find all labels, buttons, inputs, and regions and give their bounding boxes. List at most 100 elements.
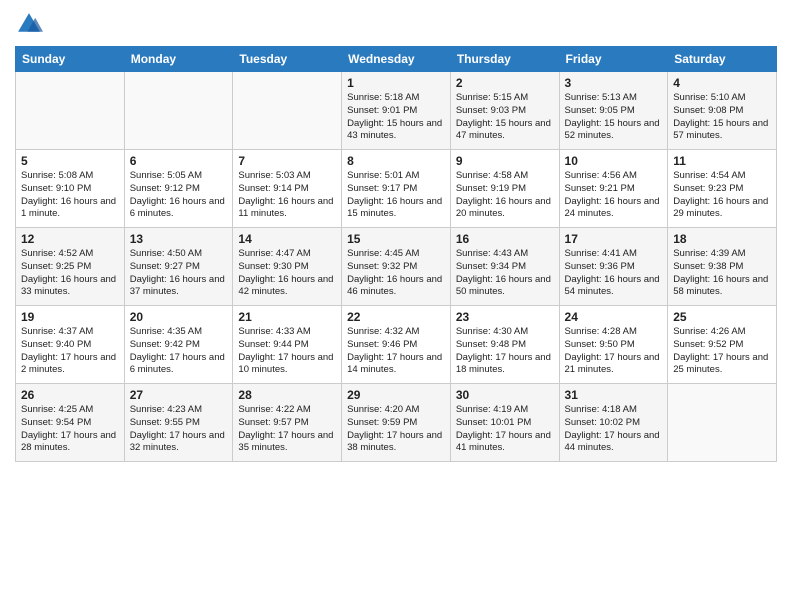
calendar-cell: 2 Sunrise: 5:15 AM Sunset: 9:03 PM Daylig…	[450, 72, 559, 150]
day-info: Sunrise: 4:25 AM Sunset: 9:54 PM Dayligh…	[21, 404, 119, 455]
day-number: 6	[130, 154, 228, 168]
calendar-cell: 25 Sunrise: 4:26 AM Sunset: 9:52 PM Dayli…	[668, 306, 777, 384]
calendar-cell: 28 Sunrise: 4:22 AM Sunset: 9:57 PM Dayli…	[233, 384, 342, 462]
calendar-cell	[668, 384, 777, 462]
day-number: 4	[673, 76, 771, 90]
day-number: 2	[456, 76, 554, 90]
calendar-week-3: 12 Sunrise: 4:52 AM Sunset: 9:25 PM Dayli…	[16, 228, 777, 306]
day-header-monday: Monday	[124, 47, 233, 72]
calendar-cell: 21 Sunrise: 4:33 AM Sunset: 9:44 PM Dayli…	[233, 306, 342, 384]
day-number: 29	[347, 388, 445, 402]
calendar-cell	[16, 72, 125, 150]
calendar-cell: 30 Sunrise: 4:19 AM Sunset: 10:01 PM Dayl…	[450, 384, 559, 462]
calendar-page: SundayMondayTuesdayWednesdayThursdayFrid…	[0, 0, 792, 612]
day-info: Sunrise: 4:20 AM Sunset: 9:59 PM Dayligh…	[347, 404, 445, 455]
calendar-cell: 13 Sunrise: 4:50 AM Sunset: 9:27 PM Dayli…	[124, 228, 233, 306]
day-info: Sunrise: 5:05 AM Sunset: 9:12 PM Dayligh…	[130, 170, 228, 221]
day-number: 7	[238, 154, 336, 168]
day-number: 16	[456, 232, 554, 246]
day-number: 12	[21, 232, 119, 246]
logo	[15, 10, 47, 38]
day-header-sunday: Sunday	[16, 47, 125, 72]
day-number: 13	[130, 232, 228, 246]
day-number: 27	[130, 388, 228, 402]
day-number: 10	[565, 154, 663, 168]
calendar-cell: 3 Sunrise: 5:13 AM Sunset: 9:05 PM Daylig…	[559, 72, 668, 150]
calendar-week-1: 1 Sunrise: 5:18 AM Sunset: 9:01 PM Daylig…	[16, 72, 777, 150]
day-info: Sunrise: 4:32 AM Sunset: 9:46 PM Dayligh…	[347, 326, 445, 377]
day-info: Sunrise: 5:10 AM Sunset: 9:08 PM Dayligh…	[673, 92, 771, 143]
calendar-cell: 27Sunrise: 4:23 AM Sunset: 9:55 PM Dayli…	[124, 384, 233, 462]
calendar-cell: 18Sunrise: 4:39 AM Sunset: 9:38 PM Dayli…	[668, 228, 777, 306]
calendar-cell: 5 Sunrise: 5:08 AM Sunset: 9:10 PM Daylig…	[16, 150, 125, 228]
day-info: Sunrise: 4:43 AM Sunset: 9:34 PM Dayligh…	[456, 248, 554, 299]
calendar-cell: 29 Sunrise: 4:20 AM Sunset: 9:59 PM Dayli…	[342, 384, 451, 462]
day-info: Sunrise: 5:01 AM Sunset: 9:17 PM Dayligh…	[347, 170, 445, 221]
calendar-cell	[124, 72, 233, 150]
day-info: Sunrise: 4:30 AM Sunset: 9:48 PM Dayligh…	[456, 326, 554, 377]
day-info: Sunrise: 5:08 AM Sunset: 9:10 PM Dayligh…	[21, 170, 119, 221]
day-header-tuesday: Tuesday	[233, 47, 342, 72]
day-number: 11	[673, 154, 771, 168]
calendar-cell: 10 Sunrise: 4:56 AM Sunset: 9:21 PM Dayli…	[559, 150, 668, 228]
calendar-cell: 4 Sunrise: 5:10 AM Sunset: 9:08 PM Daylig…	[668, 72, 777, 150]
calendar-header-row: SundayMondayTuesdayWednesdayThursdayFrid…	[16, 47, 777, 72]
day-header-thursday: Thursday	[450, 47, 559, 72]
calendar-cell: 9Sunrise: 4:58 AM Sunset: 9:19 PM Daylig…	[450, 150, 559, 228]
day-number: 25	[673, 310, 771, 324]
calendar-cell: 20 Sunrise: 4:35 AM Sunset: 9:42 PM Dayli…	[124, 306, 233, 384]
day-info: Sunrise: 4:33 AM Sunset: 9:44 PM Dayligh…	[238, 326, 336, 377]
calendar-cell: 11 Sunrise: 4:54 AM Sunset: 9:23 PM Dayli…	[668, 150, 777, 228]
day-number: 28	[238, 388, 336, 402]
day-number: 19	[21, 310, 119, 324]
calendar-week-4: 19Sunrise: 4:37 AM Sunset: 9:40 PM Dayli…	[16, 306, 777, 384]
day-info: Sunrise: 5:03 AM Sunset: 9:14 PM Dayligh…	[238, 170, 336, 221]
day-info: Sunrise: 4:45 AM Sunset: 9:32 PM Dayligh…	[347, 248, 445, 299]
day-number: 1	[347, 76, 445, 90]
day-info: Sunrise: 4:35 AM Sunset: 9:42 PM Dayligh…	[130, 326, 228, 377]
day-number: 3	[565, 76, 663, 90]
day-info: Sunrise: 5:15 AM Sunset: 9:03 PM Dayligh…	[456, 92, 554, 143]
day-info: Sunrise: 4:47 AM Sunset: 9:30 PM Dayligh…	[238, 248, 336, 299]
day-info: Sunrise: 4:52 AM Sunset: 9:25 PM Dayligh…	[21, 248, 119, 299]
day-number: 17	[565, 232, 663, 246]
calendar-cell: 26Sunrise: 4:25 AM Sunset: 9:54 PM Dayli…	[16, 384, 125, 462]
calendar-body: 1 Sunrise: 5:18 AM Sunset: 9:01 PM Daylig…	[16, 72, 777, 462]
day-info: Sunrise: 4:54 AM Sunset: 9:23 PM Dayligh…	[673, 170, 771, 221]
calendar-cell: 24 Sunrise: 4:28 AM Sunset: 9:50 PM Dayli…	[559, 306, 668, 384]
calendar-table: SundayMondayTuesdayWednesdayThursdayFrid…	[15, 46, 777, 462]
day-info: Sunrise: 4:19 AM Sunset: 10:01 PM Daylig…	[456, 404, 554, 455]
day-number: 22	[347, 310, 445, 324]
calendar-cell: 8Sunrise: 5:01 AM Sunset: 9:17 PM Daylig…	[342, 150, 451, 228]
calendar-cell	[233, 72, 342, 150]
day-number: 23	[456, 310, 554, 324]
day-info: Sunrise: 4:41 AM Sunset: 9:36 PM Dayligh…	[565, 248, 663, 299]
calendar-week-5: 26Sunrise: 4:25 AM Sunset: 9:54 PM Dayli…	[16, 384, 777, 462]
day-number: 31	[565, 388, 663, 402]
day-number: 20	[130, 310, 228, 324]
day-number: 14	[238, 232, 336, 246]
calendar-cell: 16 Sunrise: 4:43 AM Sunset: 9:34 PM Dayli…	[450, 228, 559, 306]
day-info: Sunrise: 4:58 AM Sunset: 9:19 PM Dayligh…	[456, 170, 554, 221]
day-info: Sunrise: 4:28 AM Sunset: 9:50 PM Dayligh…	[565, 326, 663, 377]
day-info: Sunrise: 4:56 AM Sunset: 9:21 PM Dayligh…	[565, 170, 663, 221]
day-info: Sunrise: 4:22 AM Sunset: 9:57 PM Dayligh…	[238, 404, 336, 455]
calendar-cell: 12 Sunrise: 4:52 AM Sunset: 9:25 PM Dayli…	[16, 228, 125, 306]
day-header-saturday: Saturday	[668, 47, 777, 72]
calendar-cell: 17 Sunrise: 4:41 AM Sunset: 9:36 PM Dayli…	[559, 228, 668, 306]
day-number: 30	[456, 388, 554, 402]
day-header-wednesday: Wednesday	[342, 47, 451, 72]
day-header-friday: Friday	[559, 47, 668, 72]
day-info: Sunrise: 4:26 AM Sunset: 9:52 PM Dayligh…	[673, 326, 771, 377]
day-info: Sunrise: 4:50 AM Sunset: 9:27 PM Dayligh…	[130, 248, 228, 299]
calendar-cell: 15Sunrise: 4:45 AM Sunset: 9:32 PM Dayli…	[342, 228, 451, 306]
day-info: Sunrise: 5:13 AM Sunset: 9:05 PM Dayligh…	[565, 92, 663, 143]
day-number: 21	[238, 310, 336, 324]
header	[15, 10, 777, 38]
calendar-cell: 1 Sunrise: 5:18 AM Sunset: 9:01 PM Daylig…	[342, 72, 451, 150]
day-info: Sunrise: 4:39 AM Sunset: 9:38 PM Dayligh…	[673, 248, 771, 299]
calendar-cell: 23 Sunrise: 4:30 AM Sunset: 9:48 PM Dayli…	[450, 306, 559, 384]
day-info: Sunrise: 5:18 AM Sunset: 9:01 PM Dayligh…	[347, 92, 445, 143]
day-number: 24	[565, 310, 663, 324]
day-number: 5	[21, 154, 119, 168]
